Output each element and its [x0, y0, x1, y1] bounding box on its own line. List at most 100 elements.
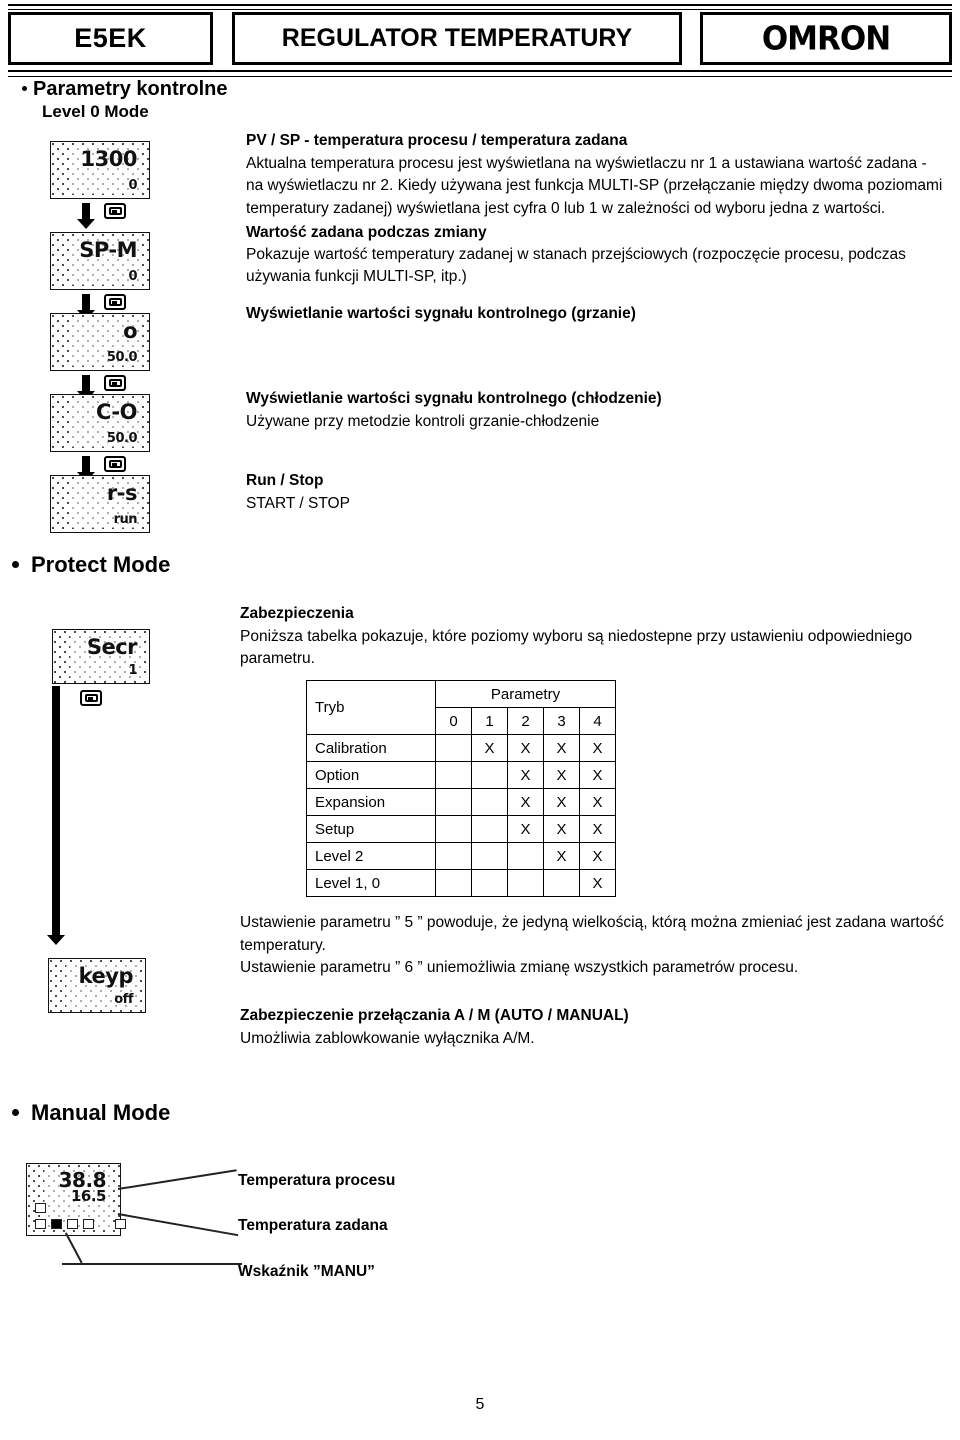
table-cell — [435, 842, 472, 870]
keyp-display: keyp off — [48, 958, 146, 1013]
mv-cool-display: C-O 50.0 — [50, 394, 150, 452]
table-row-label: Level 2 — [306, 842, 436, 870]
table-cell: X — [507, 815, 544, 843]
pv-sp-display-line2: 0 — [128, 178, 137, 193]
table-cell — [435, 788, 472, 816]
model-label: E5EK — [74, 23, 147, 53]
block-run-stop-title: Run / Stop — [246, 472, 324, 489]
table-cell: X — [507, 788, 544, 816]
section-heading-level0: Parametry kontrolne — [22, 78, 228, 101]
protect-note-line2: temperatury. — [240, 937, 326, 954]
indicator-lamp-row — [35, 1219, 126, 1229]
bullet-icon — [22, 85, 27, 91]
block-mv-cool-body: Używane przy metodzie kontroli grzanie-c… — [246, 413, 600, 430]
table-col-1: 1 — [471, 707, 508, 735]
table-cell — [435, 761, 472, 789]
callout-manu-indicator: Wskaźnik ”MANU” — [238, 1263, 375, 1280]
protect-intro-body: Poniższa tabelka pokazuje, które poziomy… — [240, 628, 913, 668]
run-stop-display: r-s run — [50, 475, 150, 533]
mode-key-icon-2[interactable] — [104, 294, 126, 310]
table-row-label: Calibration — [306, 734, 436, 762]
table-col-4: 4 — [579, 707, 616, 735]
section-heading-protect: Protect Mode — [12, 552, 170, 578]
leader-line-manu-2 — [62, 1263, 242, 1265]
block-pvsp-body: Aktualna temperatura procesu jest wyświe… — [246, 155, 943, 217]
mv-heat-display-line1: o — [123, 319, 137, 343]
block-mv-cool-title: Wyświetlanie wartości sygnału kontrolneg… — [246, 390, 662, 407]
table-cell: X — [543, 788, 580, 816]
table-cell: X — [543, 815, 580, 843]
table-header-row-1: Tryb Parametry — [306, 680, 616, 735]
sp-m-display-line1: SP-M — [79, 238, 137, 262]
table-cell — [435, 815, 472, 843]
flow-arrow-4 — [77, 456, 95, 482]
section-heading-level0-label: Parametry kontrolne — [33, 78, 228, 100]
table-row-label: Expansion — [306, 788, 436, 816]
mv-cool-display-line1: C-O — [96, 400, 137, 424]
table-cell: X — [471, 734, 508, 762]
indicator-lamp-4 — [83, 1219, 94, 1229]
table-row: Option X X X — [306, 761, 616, 789]
block-sp-change-body: Pokazuje wartość temperatury zadanej w s… — [246, 246, 906, 286]
mode-key-icon-3[interactable] — [104, 375, 126, 391]
sp-m-display: SP-M 0 — [50, 232, 150, 290]
indicator-lamp-gap — [99, 1219, 110, 1229]
table-cell: X — [579, 815, 616, 843]
mode-key-icon-protect[interactable] — [80, 690, 102, 706]
leader-line-manu-1 — [65, 1232, 83, 1264]
mode-key-glyph-1 — [108, 207, 122, 215]
secr-display-line1: Secr — [86, 635, 138, 659]
keyp-display-line1: keyp — [78, 964, 134, 988]
mode-key-glyph-2 — [108, 298, 122, 306]
table-row: Expansion X X X — [306, 788, 616, 816]
table-cell — [435, 869, 472, 897]
mv-cool-display-line2: 50.0 — [106, 431, 138, 446]
protection-table: Tryb Parametry 0 1 2 3 4 Calibration X X… — [306, 680, 616, 897]
indicator-lamp-1 — [35, 1219, 46, 1229]
block-pvsp-title: PV / SP - temperatura procesu / temperat… — [246, 132, 628, 149]
table-row: Calibration X X X X — [306, 734, 616, 762]
pv-sp-display: 1300 0 — [50, 141, 150, 199]
bullet-icon-manual — [12, 1109, 19, 1117]
table-cell — [435, 734, 472, 762]
protect-note-line1: Ustawienie parametru ” 5 ” powoduje, że … — [240, 914, 944, 931]
block-run-stop-body: START / STOP — [246, 495, 350, 512]
secr-display: Secr 1 — [52, 629, 150, 684]
document-title: REGULATOR TEMPERATURY — [281, 24, 633, 52]
model-badge: E5EK — [8, 12, 213, 65]
table-cell — [471, 842, 508, 870]
am-protect-body: Umożliwia zablowkowanie wyłącznika A/M. — [240, 1030, 535, 1047]
mode-key-glyph-4 — [108, 460, 122, 468]
section-subheading-level0: Level 0 Mode — [42, 102, 149, 121]
table-row: Setup X X X — [306, 815, 616, 843]
section-heading-manual: Manual Mode — [12, 1100, 170, 1126]
mode-key-icon-4[interactable] — [104, 456, 126, 472]
manual-display: 38.8 16.5 — [26, 1163, 126, 1236]
flow-arrow-3 — [77, 375, 95, 401]
table-cell: X — [579, 842, 616, 870]
leader-line-pv — [117, 1169, 237, 1190]
protect-intro-title: Zabezpieczenia — [240, 605, 354, 622]
header-bottom-rule — [8, 70, 952, 77]
table-row-label: Option — [306, 761, 436, 789]
block-mv-heat-title: Wyświetlanie wartości sygnału kontrolneg… — [246, 305, 636, 322]
run-stop-display-line2: run — [113, 512, 138, 527]
table-cell: X — [507, 734, 544, 762]
table-group-header: Parametry — [435, 680, 616, 708]
mv-heat-display: o 50.0 — [50, 313, 150, 371]
indicator-lamp-upper — [35, 1203, 46, 1213]
callout-setpoint-temp: Temperatura zadana — [238, 1217, 388, 1234]
manual-display-sp: 16.5 — [70, 1187, 107, 1205]
indicator-lamp-3 — [67, 1219, 78, 1229]
secr-display-line2: 1 — [128, 663, 137, 678]
mode-key-icon-1[interactable] — [104, 203, 126, 219]
table-cell: X — [507, 761, 544, 789]
table-cell — [543, 869, 580, 897]
am-protect-title: Zabezpieczenie przełączania A / M (AUTO … — [240, 1007, 629, 1024]
section-heading-manual-label: Manual Mode — [31, 1100, 171, 1125]
table-cell — [471, 788, 508, 816]
table-cell: X — [579, 761, 616, 789]
callout-process-temp: Temperatura procesu — [238, 1172, 396, 1189]
document-title-box: REGULATOR TEMPERATURY — [232, 12, 682, 65]
mv-heat-display-line2: 50.0 — [106, 350, 138, 365]
